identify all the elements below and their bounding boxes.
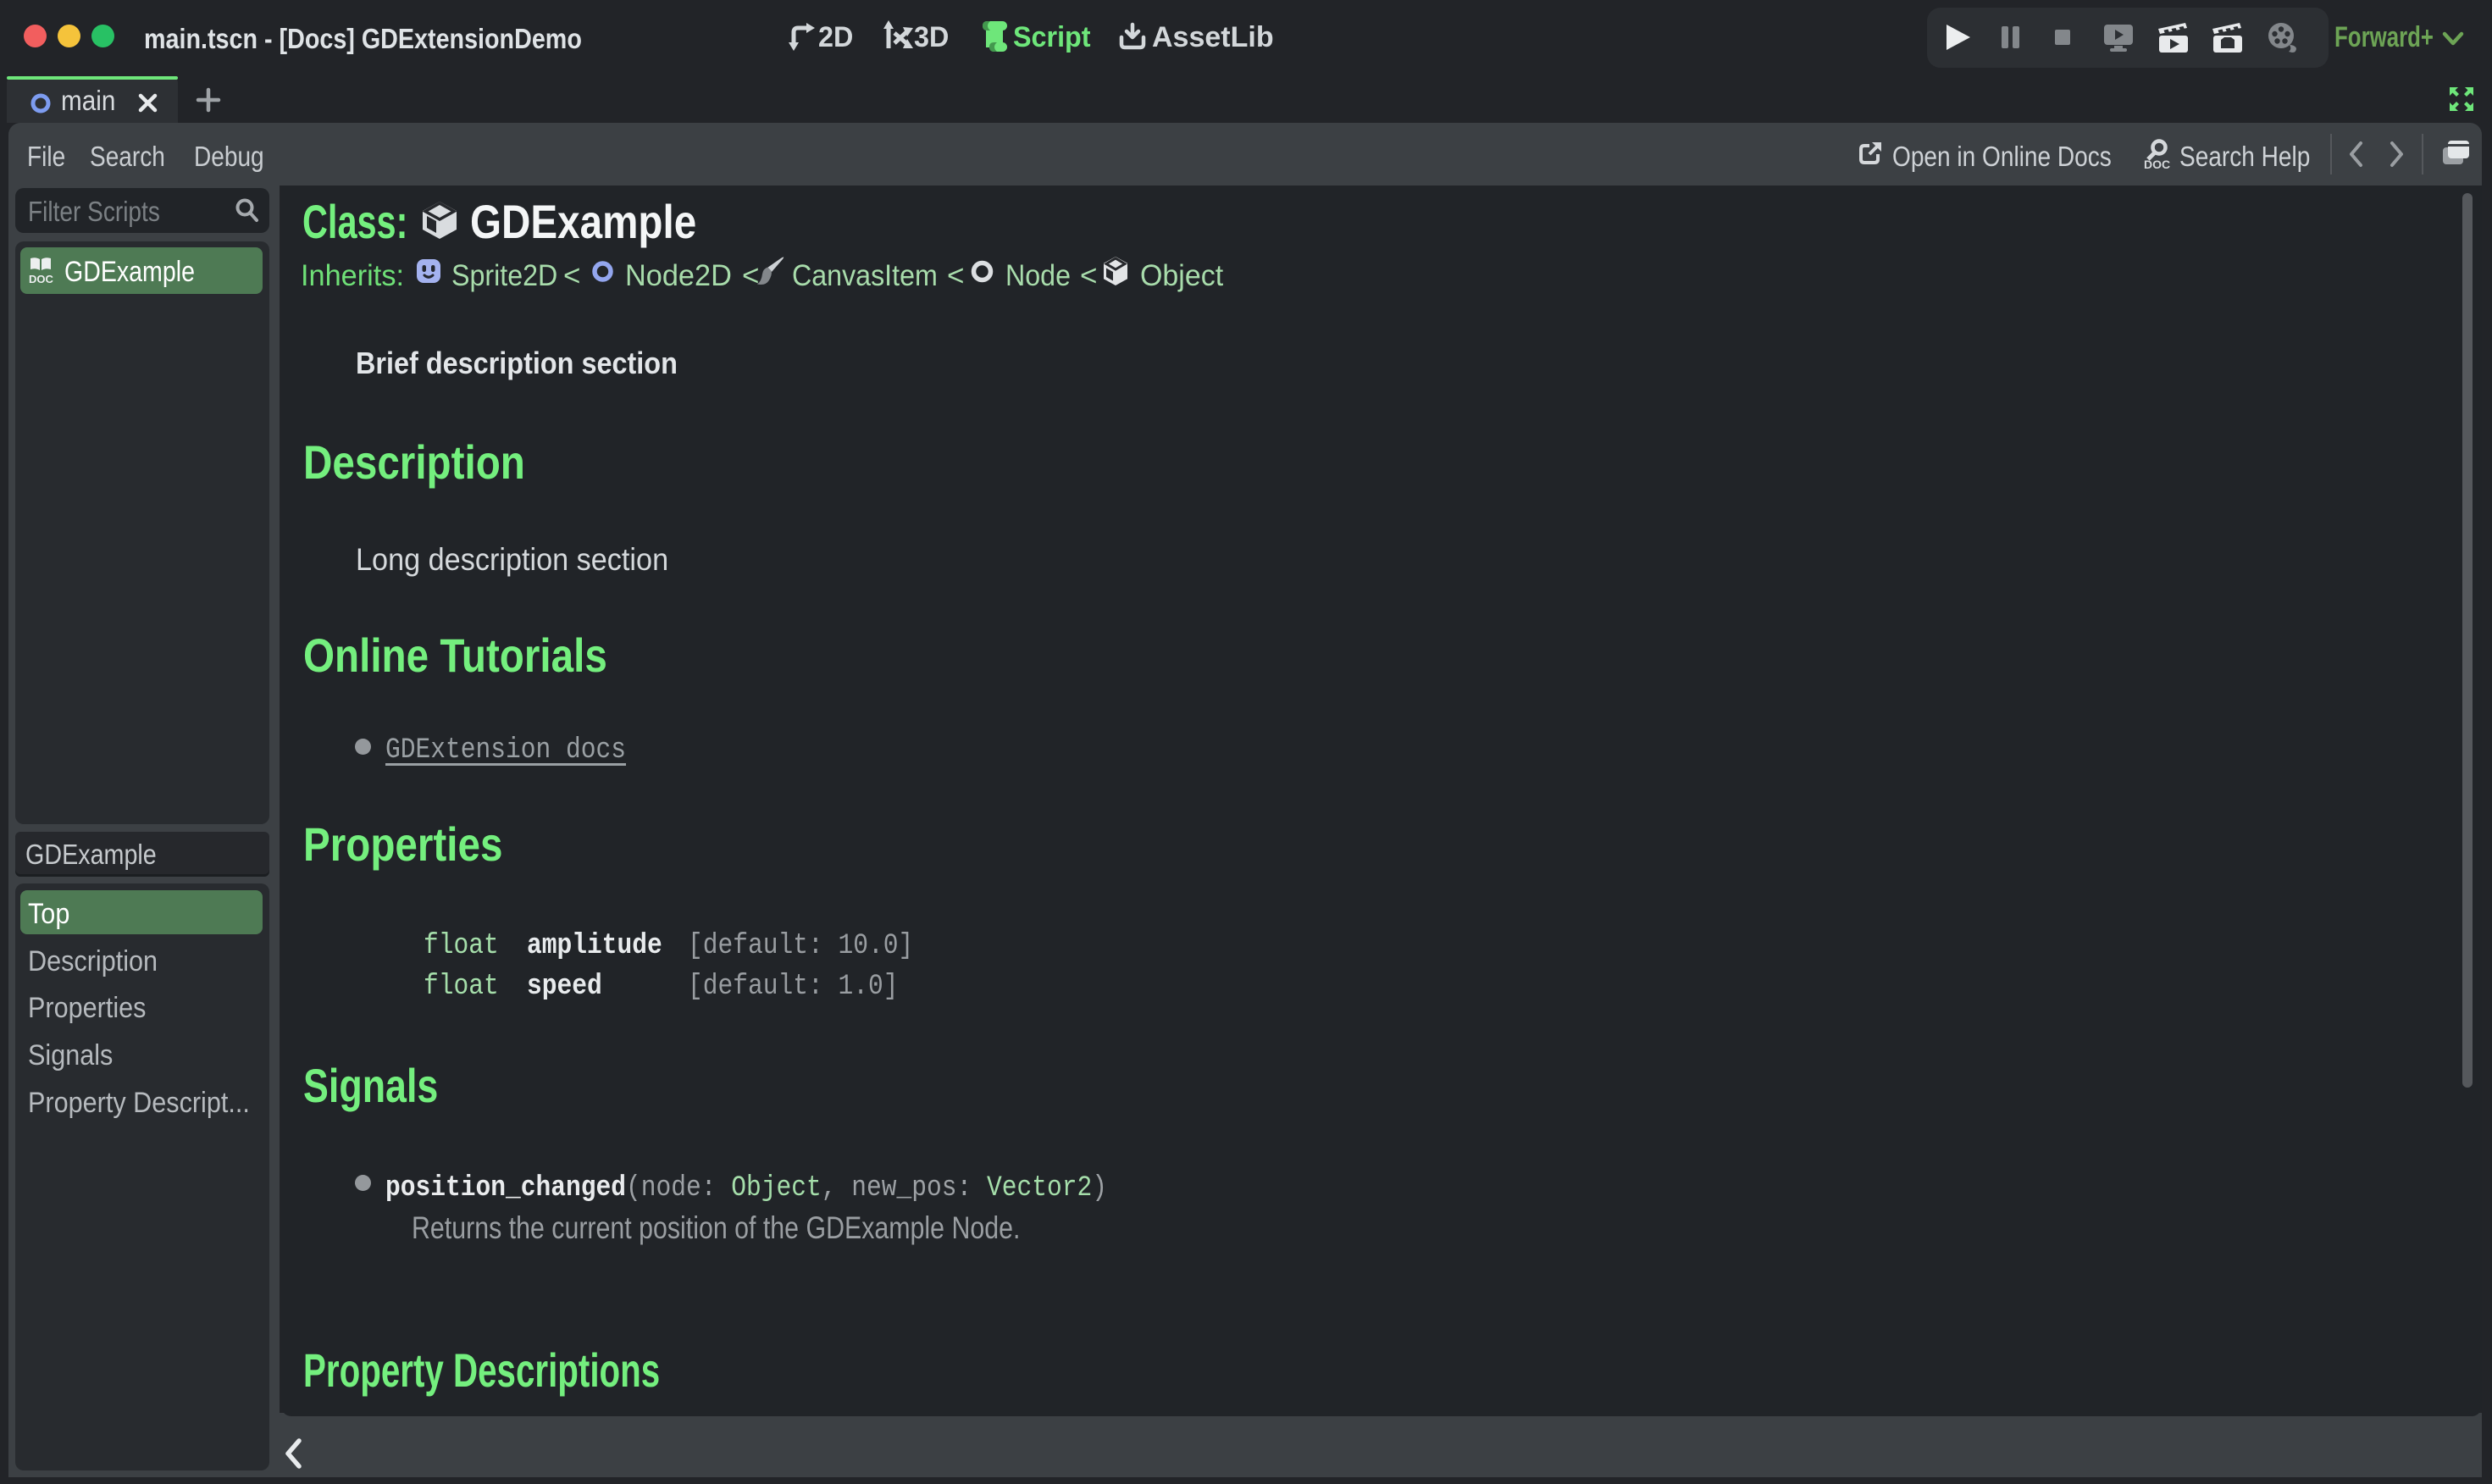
svg-text:DOC: DOC bbox=[29, 273, 54, 285]
svg-text:DOC: DOC bbox=[2144, 158, 2170, 171]
